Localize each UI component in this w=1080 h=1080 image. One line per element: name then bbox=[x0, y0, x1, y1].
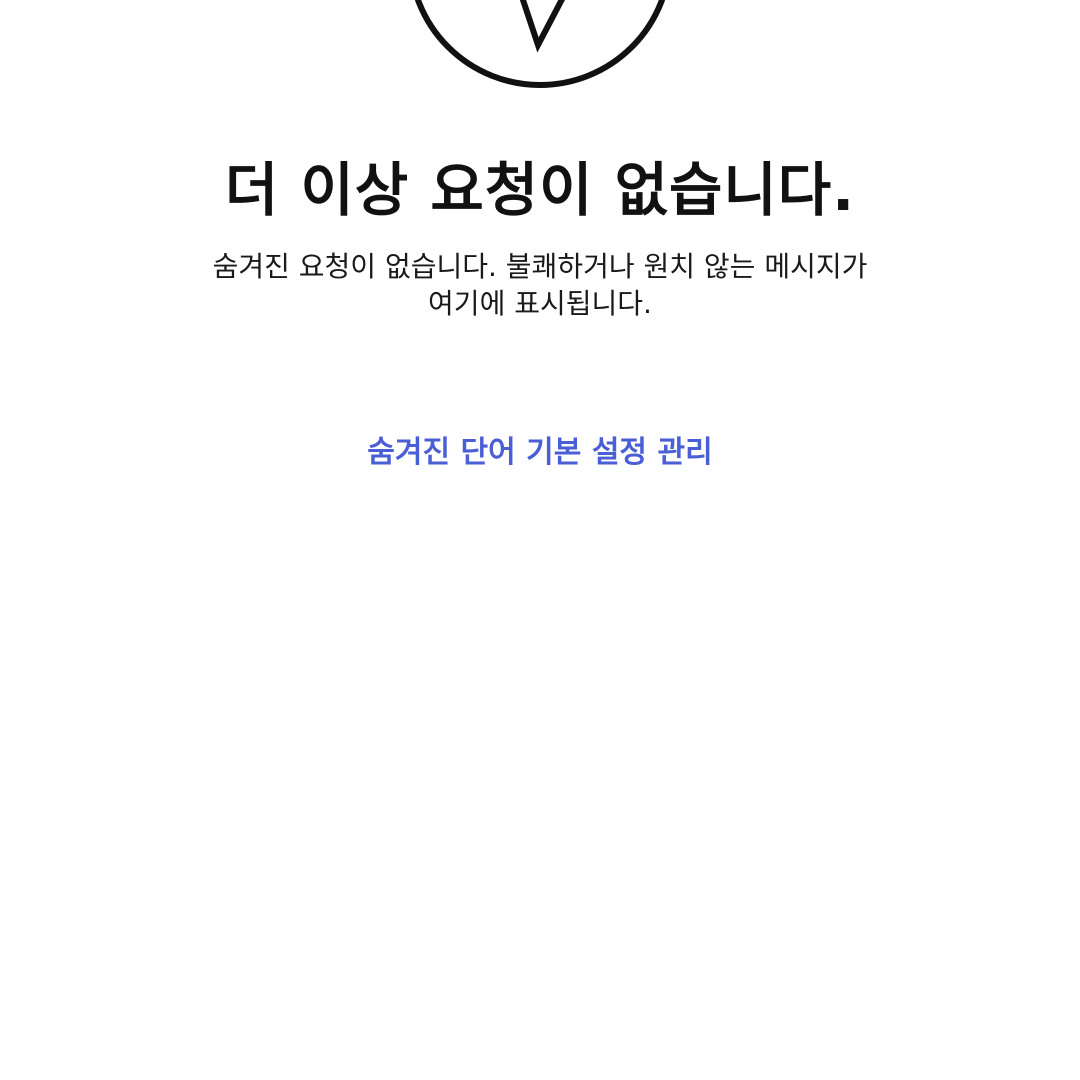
empty-state-container: 더 이상 요청이 없습니다. 숨겨진 요청이 없습니다. 불쾌하거나 원치 않는… bbox=[0, 0, 1080, 1080]
paper-plane-circle-icon bbox=[414, 0, 666, 88]
manage-hidden-words-link[interactable]: 숨겨진 단어 기본 설정 관리 bbox=[0, 432, 1080, 474]
empty-state-description: 숨겨진 요청이 없습니다. 불쾌하거나 원치 않는 메시지가 여기에 표시됩니다… bbox=[212, 250, 868, 320]
empty-state-title: 더 이상 요청이 없습니다. bbox=[224, 156, 856, 224]
paper-plane-tip bbox=[519, 0, 566, 53]
